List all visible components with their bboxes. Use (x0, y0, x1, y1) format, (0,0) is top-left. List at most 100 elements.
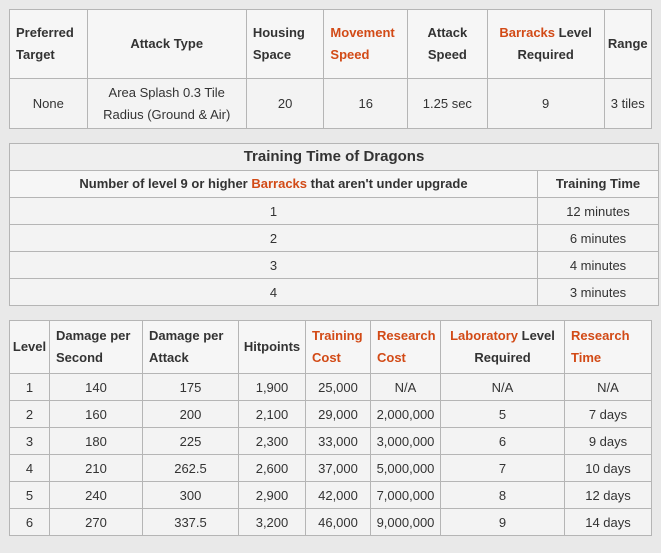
cell-level: 1 (9, 373, 50, 401)
cell-hitpoints: 3,200 (238, 508, 306, 536)
header-barracks-count: Number of level 9 or higher Barracks tha… (9, 170, 538, 198)
table-row: 2 6 minutes (9, 224, 659, 252)
cell-training-cost: 33,000 (305, 427, 371, 455)
cell-research-time: 10 days (564, 454, 652, 482)
cell-level: 4 (9, 454, 50, 482)
cell-hitpoints: 2,300 (238, 427, 306, 455)
cell-time: 3 minutes (537, 278, 659, 306)
training-title: Training Time of Dragons (9, 143, 659, 171)
cell-research-cost: 7,000,000 (370, 481, 441, 509)
cell-training-cost: 42,000 (305, 481, 371, 509)
cell-dps: 160 (49, 400, 143, 428)
table-row: 1 140 175 1,900 25,000 N/A N/A N/A (9, 373, 652, 401)
cell-dpa: 200 (142, 400, 239, 428)
table-row: 4 3 minutes (9, 278, 659, 306)
cell-lab-level: 7 (440, 454, 565, 482)
header-dps: Damage per Second (49, 320, 143, 374)
header-movement-speed-link[interactable]: Movement Speed (323, 9, 409, 79)
cell-training-cost: 37,000 (305, 454, 371, 482)
header-laboratory-level: Laboratory Level Required (440, 320, 565, 374)
cell-research-time: 9 days (564, 427, 652, 455)
stats-table: Preferred Target Attack Type Housing Spa… (9, 9, 653, 129)
cell-count: 1 (9, 197, 538, 225)
cell-range: 3 tiles (603, 78, 653, 129)
laboratory-link[interactable]: Laboratory (450, 328, 518, 343)
header-research-cost-link[interactable]: Research Cost (370, 320, 441, 374)
cell-dpa: 175 (142, 373, 239, 401)
cell-dpa: 300 (142, 481, 239, 509)
cell-research-cost: 5,000,000 (370, 454, 441, 482)
cell-hitpoints: 1,900 (238, 373, 306, 401)
cell-time: 6 minutes (537, 224, 659, 252)
barracks-link[interactable]: Barracks (251, 176, 307, 191)
cell-count: 3 (9, 251, 538, 279)
cell-lab-level: 5 (440, 400, 565, 428)
cell-research-cost: 3,000,000 (370, 427, 441, 455)
header-research-time-link[interactable]: Research Time (564, 320, 652, 374)
cell-training-cost: 46,000 (305, 508, 371, 536)
table-row: 2 160 200 2,100 29,000 2,000,000 5 7 day… (9, 400, 652, 428)
header-training-time: Training Time (537, 170, 659, 198)
cell-attack-type: Area Splash 0.3 Tile Radius (Ground & Ai… (86, 78, 247, 129)
cell-lab-level: 8 (440, 481, 565, 509)
cell-attack-speed: 1.25 sec (407, 78, 488, 129)
cell-housing-space: 20 (245, 78, 325, 129)
header-range: Range (603, 9, 653, 79)
header-dpa: Damage per Attack (142, 320, 239, 374)
header-barracks-level: Barracks Level Required (486, 9, 605, 79)
cell-research-cost: 2,000,000 (370, 400, 441, 428)
cell-training-cost: 29,000 (305, 400, 371, 428)
cell-level: 6 (9, 508, 50, 536)
cell-count: 4 (9, 278, 538, 306)
cell-time: 12 minutes (537, 197, 659, 225)
cell-dps: 240 (49, 481, 143, 509)
cell-research-cost: N/A (370, 373, 441, 401)
cell-movement-speed: 16 (323, 78, 409, 129)
cell-dps: 270 (49, 508, 143, 536)
cell-training-cost: 25,000 (305, 373, 371, 401)
table-row: 4 210 262.5 2,600 37,000 5,000,000 7 10 … (9, 454, 652, 482)
table-row: 3 4 minutes (9, 251, 659, 279)
cell-lab-level: 6 (440, 427, 565, 455)
cell-level: 5 (9, 481, 50, 509)
cell-dps: 180 (49, 427, 143, 455)
cell-research-cost: 9,000,000 (370, 508, 441, 536)
training-table: Training Time of Dragons Number of level… (9, 143, 659, 306)
cell-level: 3 (9, 427, 50, 455)
header-preferred-target: Preferred Target (9, 9, 88, 79)
cell-hitpoints: 2,900 (238, 481, 306, 509)
cell-research-time: 12 days (564, 481, 652, 509)
cell-barracks-level: 9 (486, 78, 605, 129)
cell-dps: 140 (49, 373, 143, 401)
table-row: 6 270 337.5 3,200 46,000 9,000,000 9 14 … (9, 508, 652, 536)
levels-header-row: Level Damage per Second Damage per Attac… (9, 320, 652, 374)
cell-time: 4 minutes (537, 251, 659, 279)
levels-table: Level Damage per Second Damage per Attac… (9, 320, 652, 536)
header-attack-speed: Attack Speed (407, 9, 488, 79)
header-housing-space: Housing Space (245, 9, 325, 79)
cell-count: 2 (9, 224, 538, 252)
training-header-row: Number of level 9 or higher Barracks tha… (9, 170, 659, 198)
header-training-cost-link[interactable]: Training Cost (305, 320, 371, 374)
cell-dpa: 262.5 (142, 454, 239, 482)
cell-research-time: N/A (564, 373, 652, 401)
cell-hitpoints: 2,100 (238, 400, 306, 428)
header-attack-type: Attack Type (86, 9, 247, 79)
cell-lab-level: N/A (440, 373, 565, 401)
cell-preferred-target: None (9, 78, 88, 129)
table-row: 1 12 minutes (9, 197, 659, 225)
stats-header-row: Preferred Target Attack Type Housing Spa… (9, 9, 653, 79)
table-row: 5 240 300 2,900 42,000 7,000,000 8 12 da… (9, 481, 652, 509)
cell-research-time: 7 days (564, 400, 652, 428)
table-row: 3 180 225 2,300 33,000 3,000,000 6 9 day… (9, 427, 652, 455)
cell-research-time: 14 days (564, 508, 652, 536)
cell-lab-level: 9 (440, 508, 565, 536)
stats-row: None Area Splash 0.3 Tile Radius (Ground… (9, 78, 653, 129)
cell-dpa: 337.5 (142, 508, 239, 536)
header-hitpoints: Hitpoints (238, 320, 306, 374)
barracks-link[interactable]: Barracks (499, 25, 555, 40)
cell-hitpoints: 2,600 (238, 454, 306, 482)
header-level: Level (9, 320, 50, 374)
cell-dps: 210 (49, 454, 143, 482)
cell-dpa: 225 (142, 427, 239, 455)
